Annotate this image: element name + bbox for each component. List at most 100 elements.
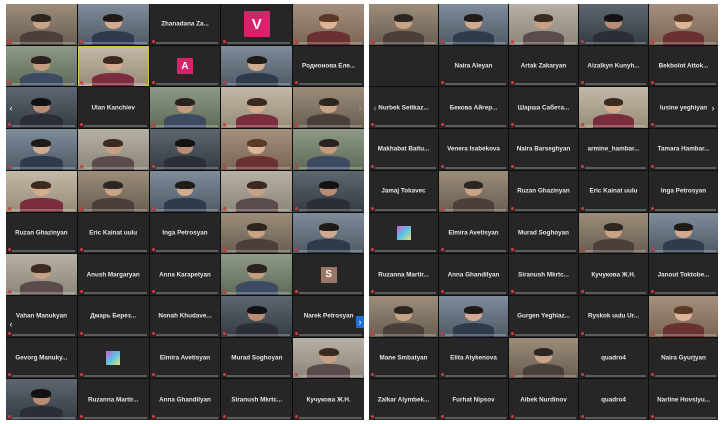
participant-tile[interactable]: Tamara Hambar...: [649, 129, 718, 170]
participant-tile[interactable]: Bekbolot Attok...: [649, 45, 718, 87]
participant-tile[interactable]: Venera Isabekova: [439, 129, 508, 170]
participant-tile[interactable]: Gurgen Yeghiaz...: [509, 295, 578, 337]
participant-tile[interactable]: Naira Barseghyan: [509, 129, 578, 170]
participant-tile[interactable]: Дмарь Берез...: [77, 295, 149, 337]
participant-video-tile[interactable]: [221, 254, 293, 295]
participant-video-tile[interactable]: [6, 87, 77, 129]
participant-video-tile[interactable]: [6, 170, 77, 212]
participant-tile[interactable]: Ulan Kanchiev: [77, 87, 149, 129]
participant-tile[interactable]: Anna Ghandilyan: [149, 379, 221, 420]
participant-video-tile[interactable]: [221, 129, 293, 170]
participant-video-tile[interactable]: [149, 87, 221, 129]
participant-tile[interactable]: armine_hambar...: [579, 129, 648, 170]
participant-video-tile[interactable]: [149, 129, 221, 170]
participant-tile[interactable]: Vahan Manukyan: [6, 295, 77, 337]
participant-tile[interactable]: Elmira Avetisyan: [439, 212, 508, 254]
participant-tile[interactable]: [77, 337, 149, 379]
participant-tile[interactable]: Siranush Mkrtc...: [221, 379, 293, 420]
participant-tile[interactable]: Родионова Еле...: [293, 45, 364, 87]
participant-tile[interactable]: Шарша Сабета...: [509, 87, 578, 129]
left-gallery-next-page-icon[interactable]: ›: [356, 316, 364, 328]
participant-video-tile[interactable]: [293, 337, 364, 379]
participant-tile[interactable]: Ryskok uulu Ur...: [579, 295, 648, 337]
participant-video-tile[interactable]: [293, 212, 364, 254]
participant-video-tile[interactable]: [221, 212, 293, 254]
participant-tile[interactable]: Murad Soghoyan: [509, 212, 578, 254]
participant-video-tile[interactable]: [579, 212, 648, 254]
left-gallery-next-icon[interactable]: ›: [356, 102, 364, 114]
right-gallery-next-icon[interactable]: ›: [709, 102, 717, 114]
participant-video-tile[interactable]: [439, 170, 508, 212]
participant-tile[interactable]: Naira Aleyan: [439, 45, 508, 87]
participant-avatar-tile[interactable]: S: [293, 254, 364, 295]
participant-video-tile[interactable]: [6, 379, 77, 420]
participant-video-tile[interactable]: [649, 212, 718, 254]
participant-tile[interactable]: Inga Petrosyan: [149, 212, 221, 254]
participant-avatar-tile[interactable]: V: [221, 4, 293, 45]
participant-tile[interactable]: Zalkar Alymbek...: [369, 379, 438, 420]
participant-video-tile[interactable]: [221, 295, 293, 337]
participant-tile[interactable]: Jamaj Tokavec: [369, 170, 438, 212]
participant-video-tile[interactable]: [149, 170, 221, 212]
participant-tile[interactable]: Gevorg Manuky...: [6, 337, 77, 379]
left-gallery-prev-page-icon[interactable]: ‹: [7, 318, 15, 330]
participant-tile[interactable]: Ruzanna Martir...: [77, 379, 149, 420]
participant-video-tile[interactable]: [77, 129, 149, 170]
participant-tile[interactable]: Inga Petrosyan: [649, 170, 718, 212]
participant-tile[interactable]: Makhabat Baitu...: [369, 129, 438, 170]
participant-video-tile[interactable]: [221, 87, 293, 129]
participant-tile[interactable]: Narek Petrosyan: [293, 295, 364, 337]
participant-avatar-tile[interactable]: A: [149, 45, 221, 87]
participant-tile[interactable]: Ruzanna Martir...: [369, 254, 438, 295]
participant-tile[interactable]: Furhat Nipsov: [439, 379, 508, 420]
participant-video-tile[interactable]: [221, 170, 293, 212]
participant-video-tile[interactable]: [77, 45, 149, 87]
participant-video-tile[interactable]: [293, 87, 364, 129]
participant-video-tile[interactable]: [293, 170, 364, 212]
participant-tile[interactable]: Anna Ghandilyan: [439, 254, 508, 295]
participant-tile[interactable]: Janout Toktobe...: [649, 254, 718, 295]
participant-tile[interactable]: Ruzan Ghazinyan: [509, 170, 578, 212]
participant-video-tile[interactable]: [6, 129, 77, 170]
participant-video-tile[interactable]: [509, 4, 578, 45]
participant-tile[interactable]: Murad Soghoyan: [221, 337, 293, 379]
participant-tile[interactable]: Кучукова Ж.Н.: [293, 379, 364, 420]
right-gallery-prev-icon[interactable]: ‹: [371, 102, 379, 114]
participant-tile[interactable]: quadro4: [579, 337, 648, 379]
participant-tile[interactable]: Aibek Nurdinov: [509, 379, 578, 420]
participant-tile[interactable]: Zhanadana Za...: [149, 4, 221, 45]
participant-video-tile[interactable]: [77, 170, 149, 212]
participant-video-tile[interactable]: [293, 4, 364, 45]
participant-tile[interactable]: Eric Kainat uulu: [77, 212, 149, 254]
participant-tile[interactable]: Aizalkyn Kunyh...: [579, 45, 648, 87]
participant-tile[interactable]: Elmira Avetisyan: [149, 337, 221, 379]
participant-video-tile[interactable]: [6, 254, 77, 295]
participant-video-tile[interactable]: [579, 4, 648, 45]
participant-tile[interactable]: Mane Smbatyan: [369, 337, 438, 379]
participant-tile[interactable]: Nurbek Seitkaz...: [369, 87, 438, 129]
participant-video-tile[interactable]: [77, 4, 149, 45]
participant-video-tile[interactable]: [509, 337, 578, 379]
participant-tile[interactable]: Ruzan Ghazinyan: [6, 212, 77, 254]
participant-tile[interactable]: Anush Margaryan: [77, 254, 149, 295]
participant-video-tile[interactable]: [221, 45, 293, 87]
participant-video-tile[interactable]: [649, 4, 718, 45]
participant-tile[interactable]: Naira Gyurjyan: [649, 337, 718, 379]
participant-tile[interactable]: Кучукова Ж.Н.: [579, 254, 648, 295]
participant-video-tile[interactable]: [579, 87, 648, 129]
left-gallery-prev-icon[interactable]: ‹: [7, 102, 15, 114]
participant-tile[interactable]: Nonah Khudave...: [149, 295, 221, 337]
participant-video-tile[interactable]: [649, 295, 718, 337]
participant-tile[interactable]: Siranush Mkrtc...: [509, 254, 578, 295]
participant-tile[interactable]: Artak Zakaryan: [509, 45, 578, 87]
participant-tile[interactable]: Elita Atykenova: [439, 337, 508, 379]
participant-video-tile[interactable]: [369, 4, 438, 45]
participant-tile[interactable]: Anna Karapetyan: [149, 254, 221, 295]
participant-video-tile[interactable]: [369, 295, 438, 337]
participant-tile[interactable]: quadro4: [579, 379, 648, 420]
participant-tile[interactable]: lusine yeghiyan: [649, 87, 718, 129]
participant-tile[interactable]: Nariine Hovsiyu...: [649, 379, 718, 420]
participant-tile[interactable]: Eric Kainat uulu: [579, 170, 648, 212]
participant-video-tile[interactable]: [293, 129, 364, 170]
participant-video-tile[interactable]: [439, 295, 508, 337]
